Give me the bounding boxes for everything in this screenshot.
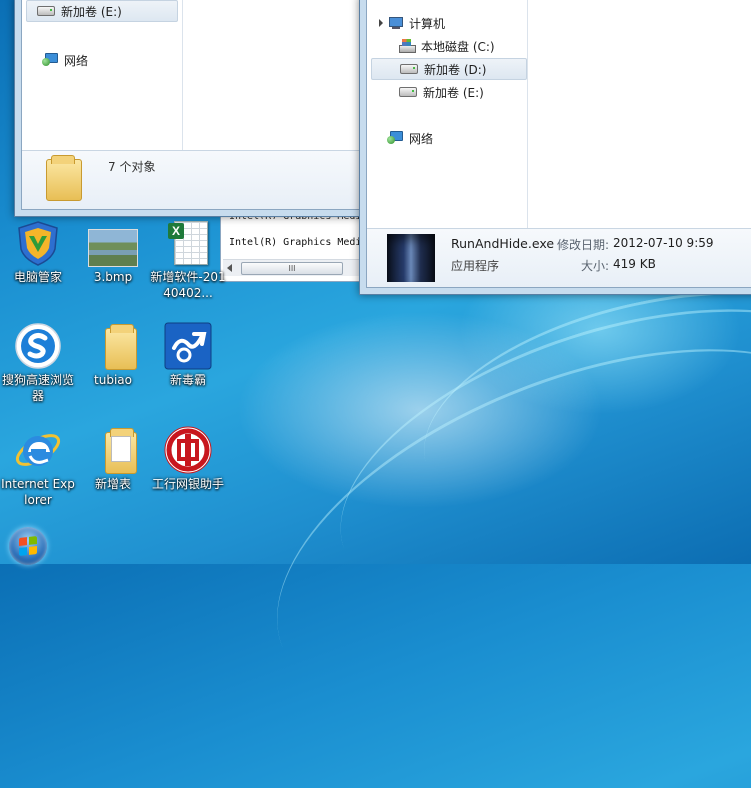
modified-value: 2012-07-10 9:59 — [613, 236, 714, 250]
nav-item-label: 新加卷 (E:) — [423, 85, 484, 100]
scroll-thumb[interactable]: III — [241, 262, 343, 275]
nav-item-label: 计算机 — [409, 16, 446, 31]
desktop-icon-duba[interactable]: 新毒霸 — [150, 322, 226, 388]
network-icon — [387, 131, 403, 145]
windows-logo-icon — [19, 536, 37, 556]
scroll-thumb-grip: III — [288, 264, 296, 273]
modified-label: 修改日期: — [557, 238, 610, 252]
desktop-icon-icbc[interactable]: 工行网银助手 — [150, 426, 226, 492]
nav-item-label: 本地磁盘 (C:) — [421, 39, 495, 54]
nav-item-drive-e[interactable]: 新加卷 (E:) — [26, 0, 178, 22]
desktop-icon-sogou[interactable]: 搜狗高速浏览器 — [0, 322, 76, 404]
start-button[interactable] — [9, 527, 47, 565]
desktop-icon-tubiao[interactable]: tubiao — [75, 322, 151, 388]
nav-item-drive-e[interactable]: 新加卷 (E:) — [399, 81, 484, 103]
file-name: RunAndHide.exe — [451, 236, 555, 251]
nav-item-drive-d[interactable]: 新加卷 (D:) — [371, 58, 527, 80]
desktop-icon-bmp[interactable]: 3.bmp — [75, 219, 151, 285]
size-value: 419 KB — [613, 257, 656, 271]
horizontal-scrollbar[interactable]: III — [223, 259, 369, 276]
sogou-browser-icon — [14, 322, 62, 370]
nav-item-label: 网络 — [409, 131, 434, 146]
folder-icon — [89, 426, 137, 474]
nav-item-network[interactable]: 网络 — [387, 127, 433, 149]
desktop-icon-label: 搜狗高速浏览器 — [1, 373, 74, 403]
shield-icon — [14, 219, 62, 267]
nav-item-computer[interactable]: 计算机 — [379, 12, 445, 34]
details-pane: 7 个对象 — [22, 150, 364, 209]
excel-file-icon: X — [164, 219, 212, 267]
drive-icon — [400, 64, 418, 74]
nav-item-label: 新加卷 (E:) — [61, 4, 122, 19]
desktop-icon-excel-file[interactable]: X 新增软件-20140402... — [150, 219, 226, 301]
file-thumbnail — [387, 234, 435, 282]
system-drive-icon — [399, 39, 416, 53]
desktop-icon-label: 工行网银助手 — [151, 477, 224, 491]
explorer-window-left[interactable]: 新加卷 (E:) 网络 7 个对象 — [14, 0, 366, 217]
desktop-icon-label: tubiao — [94, 373, 132, 387]
details-pane: RunAndHide.exe 应用程序 修改日期: 2012-07-10 9:5… — [367, 228, 751, 287]
desktop-icon-pc-manager[interactable]: 电脑管家 — [0, 219, 76, 285]
scroll-left-arrow-icon[interactable] — [227, 264, 232, 272]
nav-item-network[interactable]: 网络 — [42, 49, 88, 71]
desktop-icon-label: 新毒霸 — [169, 373, 206, 387]
explorer-window-right[interactable]: 计算机 本地磁盘 (C:) 新加卷 (D:) 新加卷 (E:) 网络 RunAn… — [359, 0, 751, 295]
file-type: 应用程序 — [451, 259, 500, 273]
background-window-text: Intel(R) Graphics Medi — [229, 237, 362, 248]
icbc-icon — [164, 426, 212, 474]
size-label: 大小: — [581, 259, 610, 273]
nav-item-drive-c[interactable]: 本地磁盘 (C:) — [399, 35, 495, 57]
folder-icon — [89, 322, 137, 370]
ie-icon — [14, 426, 62, 474]
desktop-icon-label: 新增表 — [94, 477, 131, 491]
nav-item-label: 新加卷 (D:) — [424, 62, 487, 77]
drive-icon — [399, 87, 417, 97]
computer-icon — [389, 17, 403, 29]
nav-item-label: 网络 — [64, 53, 89, 68]
background-window[interactable]: Intel(R) Graphics Media Intel(R) Graphic… — [220, 211, 370, 282]
folder-icon — [46, 155, 82, 201]
desktop-icon-label: 电脑管家 — [13, 270, 62, 284]
antivirus-icon — [164, 322, 212, 370]
image-thumbnail-icon — [88, 229, 138, 267]
desktop-icon-label: 3.bmp — [93, 270, 133, 284]
desktop-icon-label: Internet Explorer — [1, 477, 75, 507]
expand-arrow-icon[interactable] — [379, 19, 383, 27]
drive-icon — [37, 6, 55, 16]
desktop-icon-ie[interactable]: Internet Explorer — [0, 426, 76, 508]
desktop-icon-table[interactable]: 新增表 — [75, 426, 151, 492]
item-count: 7 个对象 — [108, 160, 156, 174]
desktop-icon-label: 新增软件-20140402... — [150, 270, 226, 300]
network-icon — [42, 53, 58, 67]
